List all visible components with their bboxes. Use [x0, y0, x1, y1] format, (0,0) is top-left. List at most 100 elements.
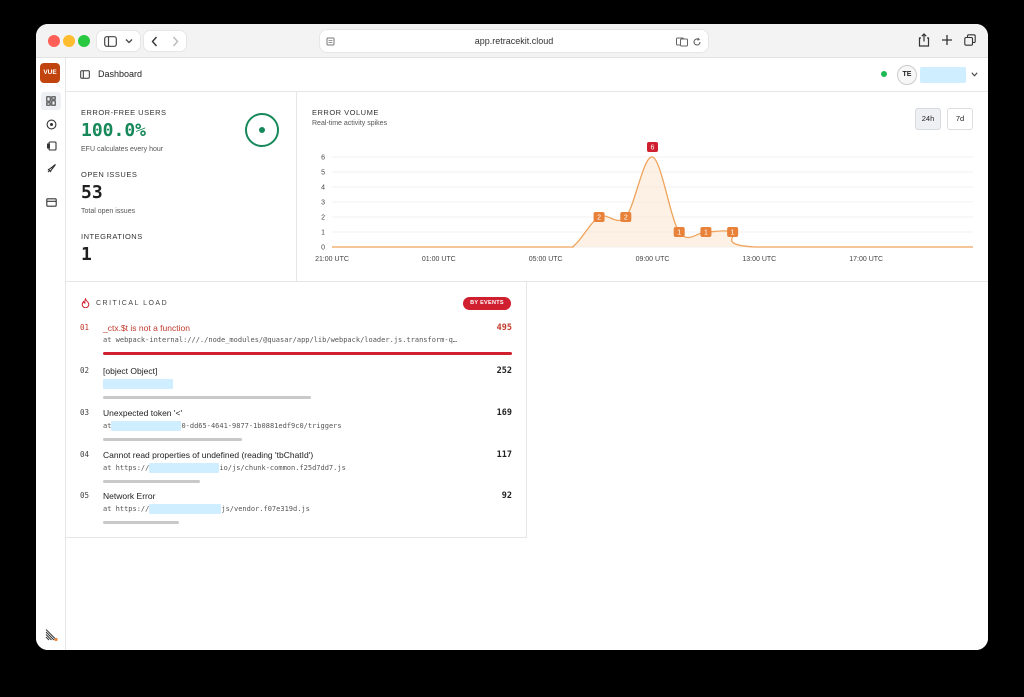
point-label: 2 — [597, 215, 601, 222]
issue-share-fill — [103, 480, 200, 483]
y-tick-label: 3 — [321, 200, 325, 207]
point-label: 1 — [704, 230, 708, 237]
error-volume-panel: ERROR VOLUME Real-time activity spikes 2… — [297, 92, 988, 282]
issue-title: [object Object] — [103, 366, 158, 376]
sidebar-item-issues[interactable] — [43, 116, 59, 132]
layers-icon — [46, 141, 57, 151]
issue-rank: 03 — [80, 408, 90, 417]
redacted-text — [149, 504, 222, 514]
y-tick-label: 6 — [321, 155, 325, 162]
y-tick-label: 5 — [321, 170, 325, 177]
sidebar-item-releases[interactable] — [43, 160, 59, 176]
issue-share-bar — [103, 352, 512, 355]
issue-share-bar — [103, 438, 512, 441]
issue-share-bar — [103, 396, 512, 399]
url-text: app.retracekit.cloud — [474, 36, 554, 46]
issue-share-fill — [103, 396, 311, 399]
y-tick-label: 0 — [321, 245, 325, 252]
sidebar-icon — [104, 35, 117, 47]
integrations-value: 1 — [81, 244, 92, 265]
error-free-value: 100.0% — [81, 120, 147, 141]
open-issues-value: 53 — [81, 182, 103, 203]
issue-location-suffix: 0-dd65-4641-9877-1b0881edf9c0/triggers — [181, 422, 342, 430]
issue-location — [103, 379, 173, 389]
minimize-window-button[interactable] — [63, 35, 75, 47]
issue-title: Unexpected token '<' — [103, 408, 183, 418]
issue-rank: 05 — [80, 491, 90, 500]
chevron-down-icon[interactable] — [971, 72, 978, 77]
issue-location-prefix: at https:// — [103, 505, 150, 513]
browser-window: app.retracekit.cloud VUE Dashboard TE ER… — [36, 24, 988, 650]
chevron-down-icon — [125, 39, 133, 44]
issue-location-prefix: at — [103, 422, 112, 430]
open-issues-label: OPEN ISSUES — [81, 170, 138, 179]
main-content: Dashboard TE ERROR-FREE USERS 100.0% EFU… — [66, 58, 988, 650]
integrations-label: INTEGRATIONS — [81, 232, 143, 241]
reload-icon[interactable] — [692, 37, 702, 47]
app-logo[interactable]: VUE — [40, 63, 60, 83]
redacted-text — [111, 421, 182, 431]
sidebar-item-sessions[interactable] — [43, 138, 59, 154]
y-tick-label: 1 — [321, 230, 325, 237]
error-free-label: ERROR-FREE USERS — [81, 108, 167, 117]
x-tick-label: 13:00 UTC — [742, 256, 776, 263]
issue-count: 169 — [496, 408, 512, 418]
issue-location-prefix: at webpack-internal:///./node_modules/@q… — [103, 336, 458, 344]
x-tick-label: 01:00 UTC — [422, 256, 456, 263]
tab-overview-icon[interactable] — [964, 34, 976, 46]
translate-icon[interactable] — [676, 37, 688, 47]
stats-panel: ERROR-FREE USERS 100.0% EFU calculates e… — [66, 92, 297, 282]
error-free-subtext: EFU calculates every hour — [81, 146, 164, 153]
error-volume-chart: 0 1 2 3 4 5 6 21:00 UTC 01:00 UTC 05:00 UTC 09:00 … — [315, 142, 973, 263]
panel-toggle-icon[interactable] — [80, 70, 90, 79]
issue-count: 495 — [496, 323, 512, 333]
issue-share-fill — [103, 521, 179, 524]
point-label: 1 — [731, 230, 735, 237]
sort-by-events-badge[interactable]: BY EVENTS — [463, 297, 511, 310]
new-tab-icon[interactable] — [941, 34, 953, 46]
issue-rank: 02 — [80, 366, 90, 375]
issue-share-bar — [103, 521, 512, 524]
history-nav — [143, 30, 187, 52]
issue-location-suffix: io/js/chunk-common.f25d7dd7.js — [219, 464, 346, 472]
issue-location-prefix: at https:// — [103, 464, 150, 472]
issue-share-fill — [103, 438, 242, 441]
critical-load-title: CRITICAL LOAD — [96, 300, 169, 307]
point-label: 2 — [624, 215, 628, 222]
issue-location: at https:// js/vendor.f07e319d.js — [103, 504, 310, 514]
x-tick-label: 17:00 UTC — [849, 256, 883, 263]
issue-rank: 01 — [80, 323, 90, 332]
x-tick-label: 05:00 UTC — [529, 256, 563, 263]
issue-title: Cannot read properties of undefined (rea… — [103, 450, 314, 460]
sidebar-toggle-button[interactable] — [96, 30, 141, 52]
issue-location: at webpack-internal:///./node_modules/@q… — [103, 336, 457, 344]
maximize-window-button[interactable] — [78, 35, 90, 47]
online-status-indicator — [881, 71, 887, 77]
flame-icon — [81, 298, 90, 308]
share-icon[interactable] — [918, 33, 930, 47]
y-tick-label: 2 — [321, 215, 325, 222]
issue-location: at 0-dd65-4641-9877-1b0881edf9c0/trigger… — [103, 421, 342, 431]
forward-arrow-icon[interactable] — [172, 36, 179, 47]
back-arrow-icon[interactable] — [151, 36, 158, 47]
browser-toolbar: app.retracekit.cloud — [36, 24, 988, 58]
card-icon — [45, 197, 57, 207]
user-avatar[interactable]: TE — [897, 65, 917, 85]
sidebar-item-settings[interactable] — [43, 194, 59, 210]
redacted-text — [103, 379, 173, 389]
point-label: 1 — [677, 230, 681, 237]
address-bar[interactable]: app.retracekit.cloud — [319, 29, 709, 53]
redacted-text — [149, 463, 220, 473]
open-issues-subtext: Total open issues — [81, 208, 136, 215]
critical-load-panel: CRITICAL LOAD BY EVENTS 01 _ctx.$t is not… — [66, 282, 527, 538]
y-tick-label: 4 — [321, 185, 325, 192]
sidebar-item-changelog[interactable] — [43, 626, 59, 642]
issue-count: 252 — [496, 366, 512, 376]
issue-location-suffix: js/vendor.f07e319d.js — [221, 505, 310, 513]
quill-icon — [45, 628, 58, 641]
close-window-button[interactable] — [48, 35, 60, 47]
sidebar-item-dashboard[interactable] — [41, 92, 61, 110]
issue-location: at https:// io/js/chunk-common.f25d7dd7.j… — [103, 463, 346, 473]
x-tick-label: 21:00 UTC — [315, 256, 349, 263]
user-name-redacted[interactable] — [920, 67, 966, 83]
